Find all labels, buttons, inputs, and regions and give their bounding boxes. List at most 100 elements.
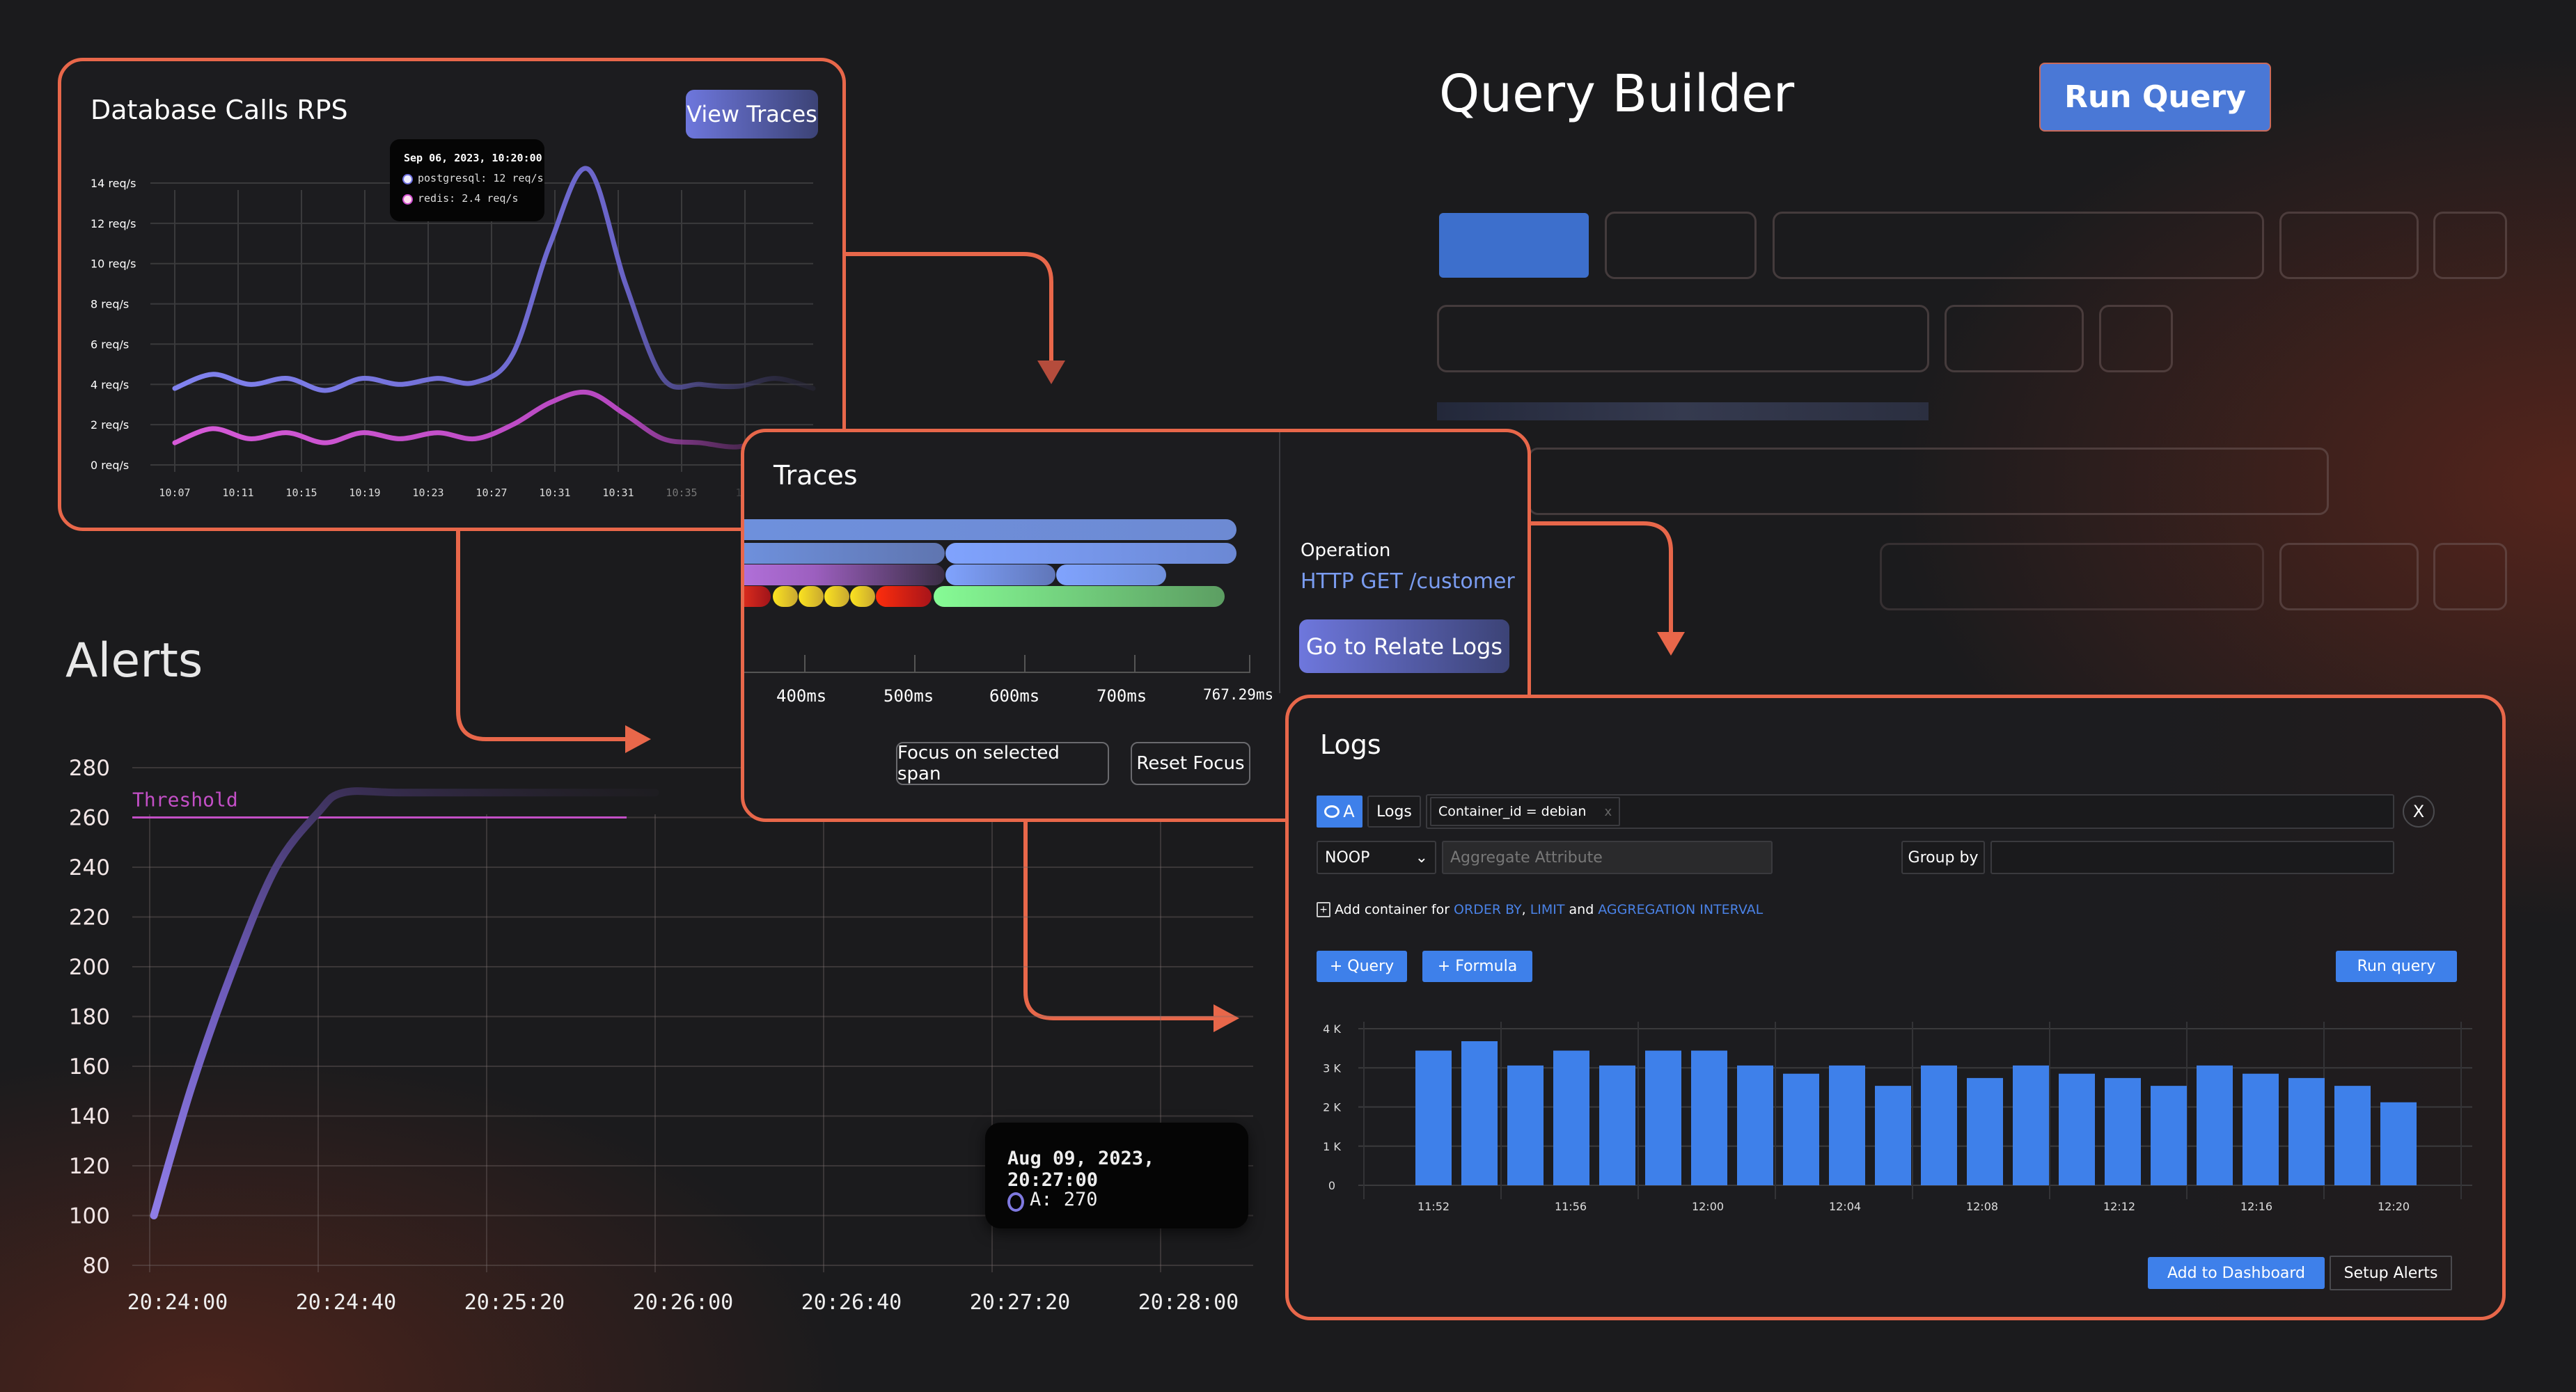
y-tick-label: 0 req/s <box>91 459 129 472</box>
y-tick-label: 220 <box>69 905 110 931</box>
ghost-field[interactable] <box>1945 305 2084 372</box>
timeline-axis <box>744 672 1250 673</box>
ghost-field[interactable] <box>1437 305 1929 372</box>
series-a-marker-icon <box>1007 1192 1024 1212</box>
logs-panel: Logs A Logs Container_id = debian x X NO… <box>1285 695 2506 1320</box>
timeline-tick <box>1134 655 1136 672</box>
traces-title: Traces <box>773 460 858 491</box>
ghost-selected-chip[interactable] <box>1439 213 1589 278</box>
span-bar[interactable] <box>824 586 849 607</box>
y-tick-label: 2 K <box>1323 1101 1341 1114</box>
ghost-field[interactable] <box>2433 212 2507 279</box>
x-tick-label: 10:35 <box>666 487 697 499</box>
ghost-field[interactable] <box>1528 448 2329 515</box>
x-tick-label: 10:19 <box>349 487 380 499</box>
bar <box>1737 1065 1773 1185</box>
span-bar[interactable] <box>744 586 771 607</box>
query-builder-title: Query Builder <box>1439 64 1795 124</box>
span-bar[interactable] <box>945 564 1055 585</box>
alerts-tooltip: Aug 09, 2023, 20:27:00 A: 270 <box>985 1123 1248 1228</box>
timeline-label: 767.29ms <box>1203 686 1274 703</box>
bar <box>1829 1065 1865 1185</box>
y-tick-label: 2 req/s <box>91 418 129 432</box>
span-bar[interactable] <box>744 543 945 564</box>
bar <box>2013 1065 2049 1185</box>
timeline-label: 600ms <box>989 686 1040 706</box>
focus-selected-span-button[interactable]: Focus on selected span <box>896 742 1109 785</box>
timeline-label: 500ms <box>883 686 934 706</box>
span-bar[interactable] <box>773 586 798 607</box>
ghost-field[interactable] <box>2433 543 2507 610</box>
ghost-field[interactable] <box>2279 212 2419 279</box>
y-tick-label: 8 req/s <box>91 298 129 311</box>
span-bar[interactable] <box>934 586 1225 607</box>
series-line-redis <box>172 389 816 450</box>
bar <box>2151 1086 2187 1185</box>
span-bar[interactable] <box>850 586 875 607</box>
bar <box>2288 1077 2325 1185</box>
rps-panel: Database Calls RPS View Traces 0 req/s 2 … <box>58 58 846 531</box>
x-tick-label: 20:24:40 <box>296 1290 397 1315</box>
redis-dot-icon <box>404 196 411 203</box>
bar <box>1645 1050 1681 1185</box>
bar <box>1415 1050 1452 1185</box>
ghost-field[interactable] <box>1880 543 2264 610</box>
bar <box>2243 1073 2279 1185</box>
x-tick-label: 12:08 <box>1966 1200 1998 1213</box>
span-bar[interactable] <box>945 543 1236 564</box>
y-tick-label: 200 <box>69 955 110 980</box>
span-bar[interactable] <box>799 586 824 607</box>
operation-value[interactable]: HTTP GET /customer <box>1301 569 1515 594</box>
span-bar[interactable] <box>1056 564 1166 585</box>
x-tick-label: 12:16 <box>2240 1200 2272 1213</box>
rps-tooltip-postgresql: postgresql: 12 req/s <box>418 172 544 184</box>
y-tick-label: 10 req/s <box>91 258 136 271</box>
run-query-button[interactable]: Run Query <box>2039 63 2271 132</box>
connector-traces-to-logs <box>1530 521 1673 633</box>
y-tick-label: 3 K <box>1323 1061 1341 1075</box>
y-tick-label: 14 req/s <box>91 177 136 190</box>
span-bar[interactable] <box>744 564 945 585</box>
x-tick-label: 12:00 <box>1692 1200 1724 1213</box>
alerts-tooltip-value: A: 270 <box>1030 1189 1098 1210</box>
bar <box>2059 1073 2095 1185</box>
setup-alerts-button[interactable]: Setup Alerts <box>2330 1256 2452 1290</box>
y-tick-label: 6 req/s <box>91 338 129 351</box>
bar <box>1783 1073 1819 1185</box>
go-to-related-logs-button[interactable]: Go to Relate Logs <box>1299 619 1509 673</box>
y-tick-label: 1 K <box>1323 1140 1341 1153</box>
ghost-field[interactable] <box>1605 212 1757 279</box>
x-tick-label: 12:20 <box>2378 1200 2410 1213</box>
timeline-tick <box>1249 655 1250 672</box>
bar <box>1691 1050 1727 1185</box>
bar <box>1921 1065 1957 1185</box>
x-tick-label: 11:56 <box>1555 1200 1587 1213</box>
y-tick-label: 12 req/s <box>91 217 136 230</box>
bar <box>2380 1102 2417 1185</box>
span-bar[interactable] <box>876 586 932 607</box>
x-tick-label: 10:31 <box>539 487 570 499</box>
threshold-label: Threshold <box>132 789 238 812</box>
ghost-field[interactable] <box>2279 543 2419 610</box>
y-tick-label: 240 <box>69 855 110 880</box>
arrow-head-icon <box>1214 1004 1239 1032</box>
x-tick-label: 20:24:00 <box>127 1290 228 1315</box>
x-tick-label: 10:07 <box>159 487 190 499</box>
x-tick-label: 20:27:20 <box>970 1290 1071 1315</box>
logs-bar-chart: 0 1 K 2 K 3 K 4 K 11:52 11:56 12:00 12:04 12:08 12… <box>1323 1022 2472 1213</box>
timeline-tick <box>804 655 806 672</box>
operation-label: Operation <box>1301 540 1391 561</box>
ghost-field[interactable] <box>1773 212 2264 279</box>
ghost-field[interactable] <box>2099 305 2173 372</box>
y-tick-label: 260 <box>69 806 110 831</box>
timeline-label: 400ms <box>776 686 827 706</box>
rps-chart: 0 req/s 2 req/s 4 req/s 6 req/s 8 req/s 10 re… <box>91 166 816 499</box>
y-tick-label: 4 req/s <box>91 378 129 391</box>
x-tick-label: 11:52 <box>1417 1200 1450 1213</box>
connector-traces-to-bars <box>1023 821 1215 1020</box>
x-tick-label: 10:11 <box>222 487 253 499</box>
reset-focus-button[interactable]: Reset Focus <box>1131 742 1250 785</box>
y-tick-label: 180 <box>69 1005 110 1030</box>
span-bar[interactable] <box>744 519 1236 540</box>
add-to-dashboard-button[interactable]: Add to Dashboard <box>2148 1257 2325 1289</box>
